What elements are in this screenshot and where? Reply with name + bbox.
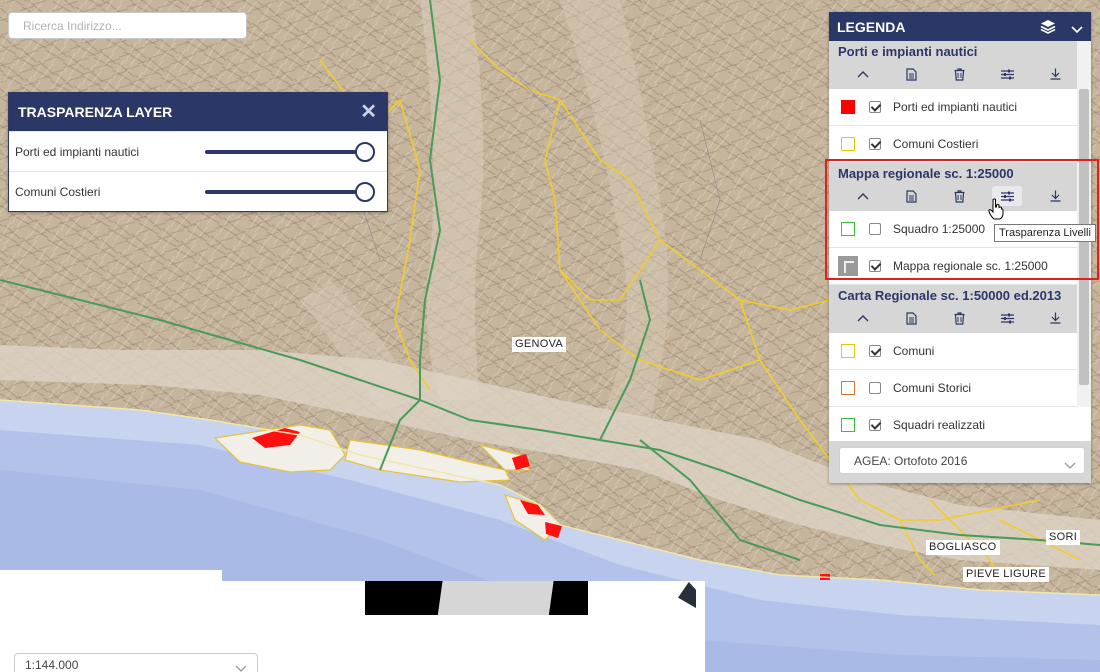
transparency-panel-title: TRASPARENZA LAYER	[18, 104, 173, 120]
chevron-up-icon[interactable]	[839, 64, 887, 84]
map-tile-artifact	[365, 581, 588, 615]
trash-icon[interactable]	[935, 308, 983, 328]
legend-group-title: Mappa regionale sc. 1:25000	[838, 166, 1014, 181]
map-label-pieve-ligure: PIEVE LIGURE	[963, 567, 1050, 582]
legend-group-header: Mappa regionale sc. 1:25000	[829, 163, 1077, 211]
layer-swatch	[841, 418, 855, 432]
layer-label: Squadro 1:25000	[893, 222, 986, 236]
group-toolbar	[839, 308, 1079, 328]
layer-visibility-checkbox[interactable]	[869, 260, 881, 272]
map-label-bogliasco: BOGLIASCO	[926, 540, 1000, 555]
transparency-row: Porti ed impianti nautici	[9, 131, 387, 171]
layer-label: Squadri realizzati	[893, 418, 986, 432]
transparency-row-label: Comuni Costieri	[15, 184, 101, 199]
legend-layer-item: Comuni	[829, 333, 1077, 370]
map-label-sori: SORI	[1046, 530, 1081, 545]
legend-group-header: Carta Regionale sc. 1:50000 ed.2013	[829, 285, 1077, 333]
legend-panel: LEGENDA Porti e impianti nautici Porti e…	[829, 12, 1091, 483]
layer-swatch	[841, 100, 855, 114]
basemap-select[interactable]: AGEA: Ortofoto 2016	[839, 447, 1085, 474]
transparency-panel: TRASPARENZA LAYER ✕ Porti ed impianti na…	[8, 92, 388, 212]
legend-group-header: Porti e impianti nautici	[829, 41, 1077, 89]
download-icon[interactable]	[1031, 64, 1079, 84]
layer-label: Comuni	[893, 344, 935, 358]
hand-cursor-icon	[988, 198, 1004, 223]
legend-layer-item: Mappa regionale sc. 1:25000	[829, 248, 1077, 285]
opacity-slider[interactable]	[205, 181, 375, 202]
layer-swatch	[841, 344, 855, 358]
close-icon[interactable]: ✕	[360, 102, 377, 122]
layer-label: Mappa regionale sc. 1:25000	[893, 259, 1048, 273]
legend-layer-item: Porti ed impianti nautici	[829, 89, 1077, 126]
chevron-up-icon[interactable]	[839, 308, 887, 328]
slider-track	[205, 189, 365, 194]
chevron-down-icon[interactable]	[235, 661, 247, 672]
legend-layer-item: Squadri realizzati	[829, 407, 1077, 441]
legend-title: LEGENDA	[837, 18, 906, 35]
transparency-row-label: Porti ed impianti nautici	[15, 144, 140, 159]
download-icon[interactable]	[1031, 308, 1079, 328]
sliders-icon[interactable]	[983, 308, 1031, 328]
basemap-selected-value: AGEA: Ortofoto 2016	[854, 453, 968, 468]
layer-thumbnail	[838, 256, 858, 276]
sliders-icon[interactable]	[983, 64, 1031, 84]
layer-visibility-checkbox[interactable]	[869, 138, 881, 150]
layer-label: Comuni Costieri	[893, 137, 979, 151]
layer-visibility-checkbox[interactable]	[869, 382, 881, 394]
map-label-genova: GENOVA	[512, 337, 567, 352]
legend-group-title: Porti e impianti nautici	[838, 44, 978, 59]
legend-layer-item: Comuni Costieri	[829, 126, 1077, 163]
opacity-slider[interactable]	[205, 141, 375, 162]
group-toolbar	[839, 186, 1079, 206]
trash-icon[interactable]	[935, 64, 983, 84]
scale-value: 1:144.000	[25, 658, 79, 672]
legend-layer-item: Comuni Storici	[829, 370, 1077, 407]
document-icon[interactable]	[887, 186, 935, 206]
scale-select[interactable]: 1:144.000	[14, 653, 258, 672]
layer-visibility-checkbox[interactable]	[869, 223, 881, 235]
layer-visibility-checkbox[interactable]	[869, 101, 881, 113]
layer-swatch	[841, 381, 855, 395]
layer-visibility-checkbox[interactable]	[869, 345, 881, 357]
chevron-down-icon[interactable]	[1071, 21, 1083, 37]
trash-icon[interactable]	[935, 186, 983, 206]
legend-group-title: Carta Regionale sc. 1:50000 ed.2013	[838, 288, 1062, 303]
legend-header: LEGENDA	[829, 12, 1091, 41]
transparency-row: Comuni Costieri	[9, 171, 387, 211]
layer-visibility-checkbox[interactable]	[869, 419, 881, 431]
group-toolbar	[839, 64, 1079, 84]
legend-footer: AGEA: Ortofoto 2016	[829, 441, 1091, 483]
transparency-panel-header: TRASPARENZA LAYER ✕	[9, 93, 387, 131]
slider-thumb[interactable]	[355, 141, 375, 162]
chevron-up-icon[interactable]	[839, 186, 887, 206]
download-icon[interactable]	[1031, 186, 1079, 206]
tooltip: Trasparenza Livelli	[994, 224, 1096, 242]
layer-swatch	[841, 137, 855, 151]
document-icon[interactable]	[887, 308, 935, 328]
layers-icon[interactable]	[1040, 19, 1056, 37]
layer-label: Porti ed impianti nautici	[893, 100, 1018, 114]
slider-track	[205, 149, 365, 154]
document-icon[interactable]	[887, 64, 935, 84]
layer-swatch	[841, 222, 855, 236]
slider-thumb[interactable]	[355, 181, 375, 202]
layer-label: Comuni Storici	[893, 381, 972, 395]
chevron-down-icon[interactable]	[1064, 458, 1076, 472]
search-input[interactable]	[8, 12, 247, 39]
